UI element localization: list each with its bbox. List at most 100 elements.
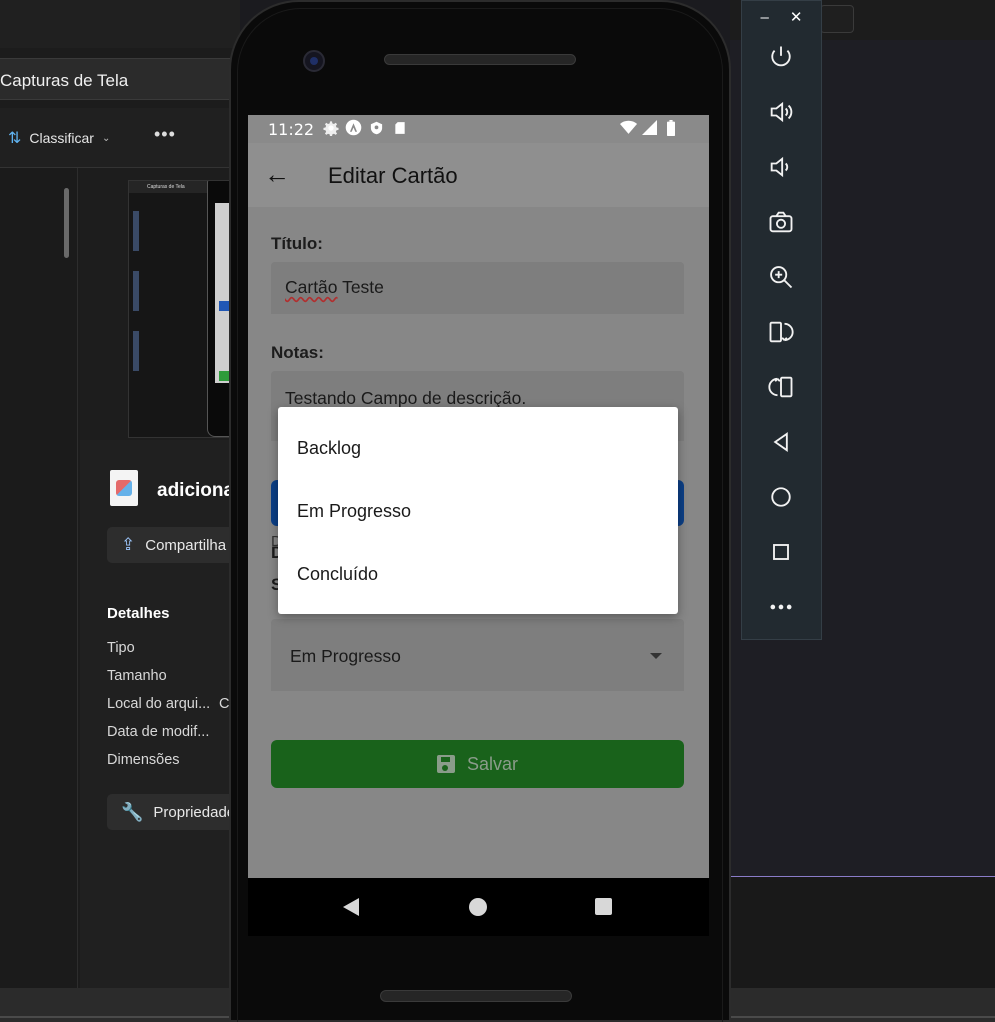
bottom-panel	[730, 877, 995, 990]
back-arrow-icon[interactable]: ←	[264, 161, 290, 187]
nav-back-icon[interactable]	[343, 898, 359, 916]
overview-button[interactable]	[762, 533, 800, 571]
home-button[interactable]	[762, 478, 800, 516]
emulator-titlebar: – ✕	[742, 1, 821, 33]
thumbnail-blue-block	[219, 301, 229, 311]
bottom-speaker	[380, 990, 572, 1002]
explorer-address-bar[interactable]: Capturas de Tela	[0, 58, 240, 100]
thumbnail-column	[133, 271, 139, 311]
status-select-value: Em Progresso	[290, 646, 401, 666]
wrench-icon: 🔧	[121, 801, 144, 822]
title-value-rest: Teste	[337, 277, 384, 297]
detail-row-location: Local do arqui...	[107, 696, 211, 712]
rotate-left-button[interactable]	[762, 368, 800, 406]
share-label: Compartilha	[145, 536, 227, 554]
save-label: Salvar	[466, 753, 519, 774]
status-system-icons	[620, 119, 679, 136]
chevron-down-icon: ⌄	[101, 132, 111, 144]
volume-up-button[interactable]	[762, 93, 800, 131]
more-options-button[interactable]: •••	[154, 124, 176, 145]
detail-row-modified: Data de modif...	[107, 724, 210, 740]
volume-up-icon	[770, 101, 793, 123]
top-input-box[interactable]	[820, 5, 854, 33]
app-bar: ← Editar Cartão	[248, 143, 709, 207]
overview-icon	[773, 544, 789, 560]
front-camera-icon	[303, 50, 325, 72]
floppy-disk-icon	[436, 755, 455, 773]
properties-button[interactable]: 🔧 Propriedade	[107, 794, 247, 830]
share-icon: ⇪	[121, 535, 136, 554]
title-label: Título:	[271, 234, 323, 253]
explorer-top-area	[0, 0, 240, 48]
navigation-pane	[0, 168, 78, 988]
page-title: Editar Cartão	[328, 163, 458, 188]
detail-value-location: C	[219, 696, 230, 712]
image-file-icon	[110, 470, 138, 506]
android-nav-bar	[248, 878, 709, 936]
nav-recents-icon[interactable]	[595, 898, 612, 915]
detail-row-size: Tamanho	[107, 668, 167, 684]
more-icon	[770, 604, 792, 610]
title-input-value: Cartão Teste	[285, 277, 384, 298]
detail-row-dimensions: Dimensões	[107, 752, 180, 768]
explorer-toolbar: ⇅ Classificar ⌄ •••	[0, 108, 240, 168]
title-input[interactable]: Cartão Teste	[271, 262, 684, 314]
earpiece-speaker	[384, 54, 576, 65]
back-button[interactable]	[762, 423, 800, 461]
menu-item-backlog[interactable]: Backlog	[278, 417, 678, 480]
sd-card-icon	[391, 119, 408, 136]
menu-item-em-progresso[interactable]: Em Progresso	[278, 480, 678, 543]
thumbnail-green-block	[219, 371, 229, 381]
misspelled-word: Cartão	[285, 277, 338, 297]
details-heading: Detalhes	[107, 605, 170, 622]
properties-label: Propriedade	[153, 803, 236, 821]
sort-button[interactable]: ⇅ Classificar ⌄	[8, 128, 110, 148]
thumbnail-column	[133, 331, 139, 371]
sort-label: Classificar	[29, 130, 94, 146]
zoom-button[interactable]	[762, 258, 800, 296]
settings-gear-icon	[322, 119, 339, 136]
rotate-left-icon	[768, 376, 793, 398]
status-select[interactable]: Em Progresso	[271, 619, 684, 691]
android-studio-icon	[345, 119, 362, 136]
save-button[interactable]: Salvar	[271, 740, 684, 788]
rotate-right-button[interactable]	[762, 313, 800, 351]
home-icon	[771, 487, 791, 507]
power-icon	[771, 46, 791, 67]
shield-icon	[368, 119, 385, 136]
emulator-controls: – ✕	[741, 0, 822, 640]
dropdown-caret-icon	[650, 653, 662, 659]
status-notification-icons	[322, 119, 408, 136]
status-dropdown-menu: Backlog Em Progresso Concluído	[278, 407, 678, 614]
signal-icon	[641, 119, 658, 136]
battery-icon	[662, 119, 679, 136]
status-bar: 11:22	[248, 115, 709, 143]
thumbnail-title: Capturas de Tela	[147, 184, 185, 190]
file-name: adiciona	[157, 480, 235, 501]
notes-input-value: Testando Campo de descrição.	[285, 388, 527, 408]
minimize-button[interactable]: –	[761, 9, 769, 26]
menu-item-concluido[interactable]: Concluído	[278, 543, 678, 606]
wifi-icon	[620, 119, 637, 136]
volume-down-button[interactable]	[762, 148, 800, 186]
notes-label: Notas:	[271, 343, 324, 362]
back-icon	[773, 432, 788, 452]
close-button[interactable]: ✕	[790, 8, 803, 26]
explorer-folder-title: Capturas de Tela	[0, 71, 129, 90]
camera-icon	[769, 211, 793, 233]
preview-thumbnail: Capturas de Tela	[128, 180, 236, 438]
scrollbar[interactable]	[64, 188, 69, 258]
detail-row-type: Tipo	[107, 640, 135, 656]
status-time: 11:22	[268, 120, 315, 139]
sort-icon: ⇅	[8, 130, 22, 147]
rotate-right-icon	[769, 321, 794, 343]
power-button[interactable]	[762, 38, 800, 76]
zoom-in-icon	[770, 266, 793, 289]
thumbnail-column	[133, 211, 139, 251]
more-button[interactable]	[762, 588, 800, 626]
phone-screen: 11:22 ← Editar Cartão Título: Cartão Tes…	[248, 115, 709, 878]
nav-home-icon[interactable]	[469, 898, 487, 916]
screenshot-button[interactable]	[762, 203, 800, 241]
share-button[interactable]: ⇪ Compartilha	[107, 527, 247, 563]
volume-down-icon	[770, 156, 789, 178]
